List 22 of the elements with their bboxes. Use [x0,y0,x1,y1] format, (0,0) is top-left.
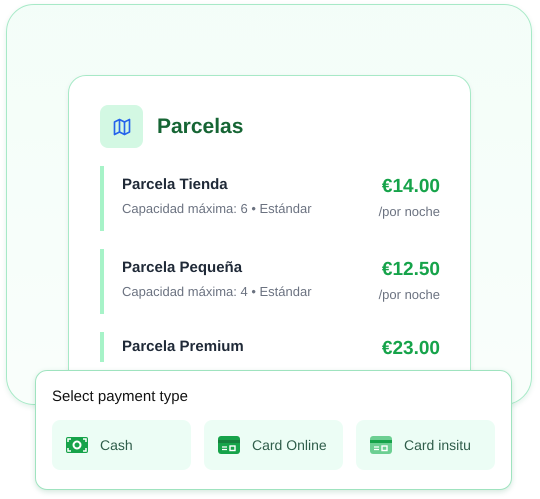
cash-icon [66,437,88,453]
plot-details: Capacidad máxima: 4 • Estándar [122,284,312,299]
payment-option[interactable]: Cash [52,420,191,470]
price-unit: /por noche [378,287,440,302]
plot-price: €14.00 [380,176,440,198]
plot-price: €23.00 [382,338,440,360]
payment-option[interactable]: Card insitu [356,420,495,470]
plot-name: Parcela Pequeña [122,259,244,276]
plot-name: Parcela Premium [122,338,244,355]
payment-option[interactable]: Card Online [204,420,343,470]
price-unit: /por noche [378,204,440,219]
payment-title: Select payment type [52,388,189,405]
plot-row[interactable]: Parcela Tienda Capacidad máxima: 6 • Estándar €14.00 /por noche [100,166,440,231]
plot-details: Capacidad máxima: 6 • Estándar [122,201,312,216]
card-icon [370,436,392,454]
card-icon [218,436,240,454]
plot-price: €12.50 [380,259,440,281]
plot-row[interactable]: Parcela Pequeña Capacidad máxima: 4 • Estándar €12.50 /por noche [100,249,440,314]
plot-name: Parcela Tienda [122,176,229,193]
card-title: Parcelas [157,114,244,138]
map-icon [100,105,143,148]
plot-row[interactable]: Parcela Premium €23.00 [100,332,440,362]
